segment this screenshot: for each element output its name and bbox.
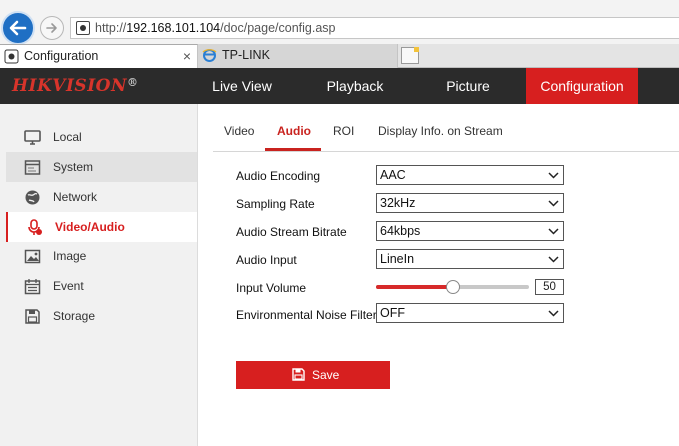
audio-encoding-select[interactable]: AAC — [376, 165, 564, 185]
tab-display-info[interactable]: Display Info. on Stream — [378, 124, 503, 138]
sidebar-item-label: Image — [53, 249, 87, 263]
sidebar-item-video-audio[interactable]: Video/Audio — [6, 212, 197, 242]
disk-icon — [25, 309, 40, 324]
select-value: 32kHz — [380, 196, 416, 210]
noise-filter-label: Environmental Noise Filter — [236, 308, 377, 322]
select-value: AAC — [380, 168, 406, 182]
calendar-icon — [24, 279, 41, 295]
audio-input-select[interactable]: LineIn — [376, 249, 564, 269]
noise-filter-select[interactable]: OFF — [376, 303, 564, 323]
chevron-down-icon — [548, 228, 559, 235]
tab-video[interactable]: Video — [224, 124, 254, 138]
hikvision-logo: HIKVISION® — [12, 76, 139, 96]
sidebar-item-label: System — [53, 160, 94, 174]
nav-playback[interactable]: Playback — [318, 68, 392, 104]
audio-encoding-label: Audio Encoding — [236, 169, 321, 183]
bitrate-label: Audio Stream Bitrate — [236, 225, 347, 239]
forward-button[interactable] — [40, 16, 64, 40]
sampling-rate-select[interactable]: 32kHz — [376, 193, 564, 213]
sidebar-item-system[interactable]: System — [6, 152, 197, 182]
select-value: LineIn — [380, 252, 415, 266]
sidebar-item-label: Network — [53, 190, 98, 204]
tab-audio[interactable]: Audio — [277, 124, 311, 138]
arrow-right-icon — [46, 23, 57, 33]
active-tab-indicator — [265, 148, 321, 151]
sidebar-item-local[interactable]: Local — [6, 122, 197, 152]
sidebar-item-label: Event — [53, 279, 84, 293]
browser-tab-tplink[interactable]: TP-LINK — [198, 44, 398, 68]
microphone-icon — [28, 219, 42, 235]
ie-icon — [202, 49, 217, 62]
browser-tab-label: TP-LINK — [222, 48, 270, 62]
chevron-down-icon — [548, 310, 559, 317]
sampling-rate-label: Sampling Rate — [236, 197, 315, 211]
save-icon — [292, 368, 305, 381]
bitrate-select[interactable]: 64kbps — [376, 221, 564, 241]
back-button[interactable] — [1, 11, 35, 45]
close-icon[interactable]: × — [183, 48, 191, 64]
globe-icon — [25, 190, 40, 205]
sidebar-item-storage[interactable]: Storage — [6, 301, 197, 331]
input-volume-value[interactable]: 50 — [535, 279, 564, 295]
nav-picture[interactable]: Picture — [436, 68, 500, 104]
subtab-bar: Video Audio ROI Display Info. on Stream — [213, 112, 679, 152]
input-volume-label: Input Volume — [236, 281, 307, 295]
chevron-down-icon — [548, 256, 559, 263]
tab-roi[interactable]: ROI — [333, 124, 354, 138]
audio-input-label: Audio Input — [236, 253, 297, 267]
window-icon — [24, 160, 41, 175]
browser-tab-label: Configuration — [24, 49, 99, 63]
select-value: 64kbps — [380, 224, 421, 238]
browser-address-bar: http://192.168.101.104/doc/page/config.a… — [0, 0, 679, 45]
arrow-left-icon — [9, 20, 27, 36]
browser-tab-configuration[interactable]: Configuration × — [0, 44, 198, 68]
sidebar-item-label: Storage — [53, 309, 96, 323]
app-nav-bar: HIKVISION® Live View Playback Picture Co… — [0, 68, 679, 104]
sidebar-item-network[interactable]: Network — [6, 182, 197, 212]
sidebar-item-label: Local — [53, 130, 82, 144]
save-button[interactable]: Save — [236, 361, 390, 389]
input-volume-slider[interactable] — [376, 280, 529, 294]
sidebar-item-image[interactable]: Image — [6, 241, 197, 271]
slider-thumb[interactable] — [445, 280, 460, 294]
nav-configuration[interactable]: Configuration — [526, 68, 638, 104]
url-input[interactable]: http://192.168.101.104/doc/page/config.a… — [70, 17, 679, 39]
sidebar-item-label: Video/Audio — [55, 220, 125, 234]
sidebar: Local System Network Video/Audio Image E… — [0, 104, 198, 446]
camera-favicon-icon — [4, 49, 19, 64]
nav-live-view[interactable]: Live View — [198, 68, 286, 104]
slider-fill — [376, 285, 453, 289]
image-icon — [24, 249, 41, 264]
select-value: OFF — [380, 306, 405, 320]
chevron-down-icon — [548, 200, 559, 207]
url-text: http://192.168.101.104/doc/page/config.a… — [95, 21, 336, 35]
chevron-down-icon — [548, 172, 559, 179]
new-tab-button[interactable] — [401, 47, 419, 64]
sidebar-item-event[interactable]: Event — [6, 271, 197, 301]
browser-tab-strip: Configuration × TP-LINK — [0, 44, 679, 68]
monitor-icon — [24, 130, 41, 145]
save-button-label: Save — [312, 368, 340, 382]
site-favicon-icon — [76, 21, 90, 35]
